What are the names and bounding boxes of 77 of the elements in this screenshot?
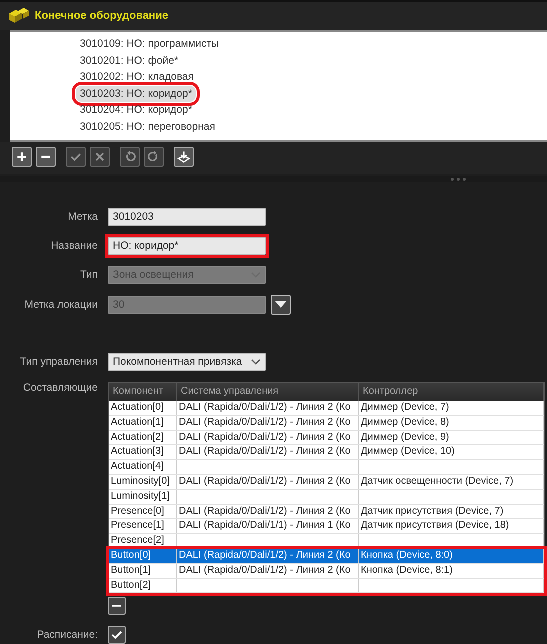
table-cell: DALI (Rapida/0/Dali/1/2) - Линия 2 (Ко bbox=[177, 564, 359, 578]
table-cell: Диммер (Device, 7) bbox=[359, 401, 544, 415]
table-row[interactable]: Luminosity[1] bbox=[109, 490, 544, 505]
field-label: Тип bbox=[79, 269, 98, 281]
table-cell: Presence[2] bbox=[109, 534, 177, 548]
table-cell: Датчик освещенности (Device, 7) bbox=[359, 474, 544, 489]
table-cell: Button[2] bbox=[109, 578, 177, 592]
table-row[interactable]: Actuation[4] bbox=[109, 460, 544, 475]
table-cell: Actuation[2] bbox=[109, 430, 177, 444]
column-header[interactable]: Контроллер bbox=[359, 383, 544, 401]
table-cell: Диммер (Device, 9) bbox=[359, 430, 544, 444]
import-button[interactable] bbox=[174, 147, 194, 167]
field-label: Тип управления bbox=[19, 356, 98, 368]
table-cell: DALI (Rapida/0/Dali/1/2) - Линия 2 (Ко bbox=[177, 504, 359, 518]
cross-icon bbox=[93, 150, 107, 164]
splitter-handle[interactable] bbox=[0, 176, 547, 182]
field-label: Расписание: bbox=[36, 629, 98, 642]
table-row[interactable]: Button[1] DALI (Rapida/0/Dali/1/2) - Линия 2 (Ко Кнопка (Device, 8:1) bbox=[109, 564, 544, 579]
table-cell: Button[0] bbox=[109, 548, 177, 563]
list-item[interactable]: 3010205: НО: переговорная bbox=[76, 118, 220, 135]
table-cell: Датчик присутствия (Device, 18) bbox=[359, 519, 544, 534]
remove-button[interactable] bbox=[36, 147, 56, 167]
field-label: Метка локации bbox=[24, 299, 98, 311]
table-row[interactable]: Button[2] bbox=[109, 578, 544, 594]
table-cell: DALI (Rapida/0/Dali/1/1) - Линия 1 (Ко bbox=[177, 519, 359, 534]
table-cell: DALI (Rapida/0/Dali/1/2) - Линия 2 (Ко bbox=[177, 445, 359, 460]
dropdown-button[interactable] bbox=[271, 295, 291, 315]
list-item[interactable]: 3010202: НО: кладовая bbox=[76, 69, 198, 86]
column-header[interactable]: Система управления bbox=[177, 383, 359, 401]
field-label: Название bbox=[50, 240, 98, 252]
table-cell: Actuation[4] bbox=[109, 460, 177, 474]
table-cell: Датчик присутствия (Device, 7) bbox=[359, 504, 544, 518]
table-cell: Actuation[3] bbox=[109, 445, 177, 460]
table-cell: Luminosity[1] bbox=[109, 490, 177, 504]
table-row[interactable]: Actuation[0] DALI (Rapida/0/Dali/1/2) - Линия 2 (Ко Диммер (Device, 7) bbox=[109, 401, 544, 416]
list-item[interactable]: 3010203: НО: коридор* bbox=[76, 86, 196, 102]
plus-icon bbox=[15, 150, 29, 164]
window-title: Конечное оборудование bbox=[35, 10, 168, 22]
table-cell: Presence[1] bbox=[109, 519, 177, 534]
list-item[interactable]: 3010201: НО: фойе* bbox=[76, 52, 183, 69]
table-cell: Button[1] bbox=[109, 564, 177, 578]
table-cell: Кнопка (Device, 8:1) bbox=[359, 564, 544, 578]
triangle-down-icon bbox=[275, 301, 287, 309]
dropdown-field[interactable]: Покомпонентная привязка bbox=[108, 353, 266, 371]
table-row[interactable]: Actuation[2] DALI (Rapida/0/Dali/1/2) - Линия 2 (Ко Диммер (Device, 9) bbox=[109, 430, 544, 446]
table-cell: DALI (Rapida/0/Dali/1/2) - Линия 2 (Ко bbox=[177, 430, 359, 444]
table-cell: DALI (Rapida/0/Dali/1/2) - Линия 2 (Ко bbox=[177, 401, 359, 415]
equipment-icon bbox=[8, 7, 30, 25]
column-header[interactable]: Компонент bbox=[109, 383, 177, 401]
add-button[interactable] bbox=[12, 147, 32, 167]
schedule-checkbox[interactable] bbox=[108, 626, 126, 644]
table-row[interactable]: Presence[1] DALI (Rapida/0/Dali/1/1) - Линия 1 (Ко Датчик присутствия (Device, 18) bbox=[109, 519, 544, 534]
input-field[interactable]: НО: коридор* bbox=[108, 237, 266, 255]
list-item[interactable]: 3010204: НО: коридор* bbox=[76, 102, 196, 118]
table-row[interactable]: Actuation[1] DALI (Rapida/0/Dali/1/2) - Линия 2 (Ко Диммер (Device, 8) bbox=[109, 416, 544, 431]
table-cell: DALI (Rapida/0/Dali/1/2) - Линия 2 (Ко bbox=[177, 474, 359, 489]
table-row[interactable]: Button[0] DALI (Rapida/0/Dali/1/2) - Линия 2 (Ко Кнопка (Device, 8:0) bbox=[109, 548, 544, 564]
table-cell: Actuation[0] bbox=[109, 401, 177, 415]
table-cell: Actuation[1] bbox=[109, 416, 177, 430]
chevron-down-icon bbox=[251, 358, 261, 366]
field-label: Составляющие bbox=[22, 382, 98, 394]
table-cell: Кнопка (Device, 8:0) bbox=[359, 548, 544, 563]
table-cell: Luminosity[0] bbox=[109, 474, 177, 489]
table-row[interactable]: Actuation[3] DALI (Rapida/0/Dali/1/2) - Линия 2 (Ко Диммер (Device, 10) bbox=[109, 445, 544, 460]
table-row[interactable]: Luminosity[0] DALI (Rapida/0/Dali/1/2) - Линия 2 (Ко Датчик освещенности (Device, 7) bbox=[109, 474, 544, 490]
list-item[interactable]: 3010109: НО: программисты bbox=[76, 36, 224, 52]
import-icon bbox=[177, 150, 191, 164]
table-cell: Диммер (Device, 8) bbox=[359, 416, 544, 430]
table-cell: Диммер (Device, 10) bbox=[359, 445, 544, 460]
table-cell: Presence[0] bbox=[109, 504, 177, 518]
checkmark-icon bbox=[111, 629, 123, 642]
field-label: Метка bbox=[67, 211, 98, 223]
table-cell: DALI (Rapida/0/Dali/1/2) - Линия 2 (Ко bbox=[177, 416, 359, 430]
table-cell: DALI (Rapida/0/Dali/1/2) - Линия 2 (Ко bbox=[177, 548, 359, 563]
remove-row-button[interactable] bbox=[108, 597, 126, 616]
input-field[interactable]: 3010203 bbox=[108, 208, 266, 226]
table-row[interactable]: Presence[0] DALI (Rapida/0/Dali/1/2) - Линия 2 (Ко Датчик присутствия (Device, 7) bbox=[109, 504, 544, 520]
